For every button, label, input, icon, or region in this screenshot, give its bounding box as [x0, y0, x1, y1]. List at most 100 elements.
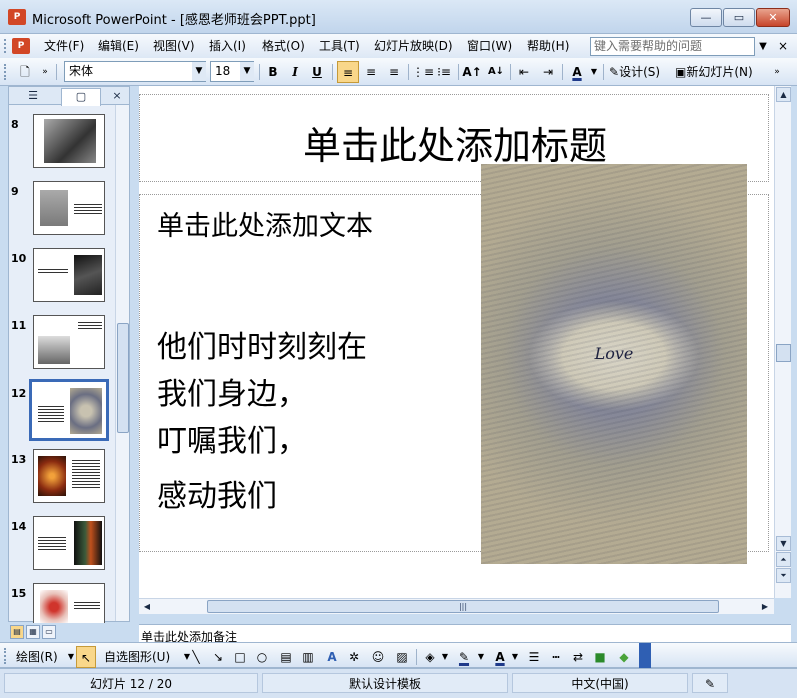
menu-insert[interactable]: 插入(I): [207, 38, 248, 54]
toolbar-options-icon[interactable]: »: [770, 61, 784, 83]
body-text-line[interactable]: 我们身边，: [157, 369, 307, 413]
slide-thumbnail-12[interactable]: 12: [9, 379, 113, 443]
maximize-button[interactable]: ▭: [723, 8, 755, 27]
select-objects-icon[interactable]: ↖: [76, 646, 96, 668]
fill-color-icon[interactable]: ◈: [420, 646, 440, 668]
slides-panel-scrollbar[interactable]: [115, 105, 129, 621]
menu-format[interactable]: 格式(O): [260, 38, 307, 54]
slide-thumbnail-9[interactable]: 9: [9, 181, 113, 239]
clipart-icon[interactable]: ☺: [368, 646, 388, 668]
notes-pane[interactable]: 单击此处添加备注: [139, 624, 791, 644]
slide-thumbnail-15[interactable]: 15: [9, 583, 113, 623]
minimize-button[interactable]: —: [690, 8, 722, 27]
font-name-select[interactable]: 宋体: [64, 61, 206, 82]
draw-menu-button[interactable]: 绘图(R): [16, 646, 68, 668]
arrow-style-icon[interactable]: ⇄: [568, 646, 588, 668]
vertical-textbox-icon[interactable]: ▥: [298, 646, 318, 668]
increase-font-size-icon[interactable]: A↑: [462, 61, 482, 83]
menu-help[interactable]: 帮助(H): [525, 38, 571, 54]
slide-thumbnail-13[interactable]: 13: [9, 449, 113, 507]
scrollbar-thumb[interactable]: [776, 344, 791, 362]
chevron-down-icon[interactable]: ▼: [192, 62, 206, 81]
body-text-line[interactable]: 他们时时刻刻在: [157, 322, 367, 366]
line-icon[interactable]: ╲: [186, 646, 206, 668]
document-menu-icon[interactable]: P: [12, 38, 30, 54]
menu-edit[interactable]: 编辑(E): [96, 38, 141, 54]
insert-picture-icon[interactable]: ▨: [392, 646, 412, 668]
shadow-style-icon[interactable]: ■: [590, 646, 610, 668]
rectangle-icon[interactable]: □: [230, 646, 250, 668]
slide-thumbnail-10[interactable]: 10: [9, 248, 113, 306]
slide-thumbnail-11[interactable]: 11: [9, 315, 113, 373]
chevron-down-icon[interactable]: ▼: [476, 646, 486, 668]
scrollbar-thumb[interactable]: [117, 323, 129, 433]
next-slide-icon[interactable]: ⏷: [776, 568, 791, 583]
new-document-icon[interactable]: 🗋: [14, 61, 36, 83]
slide-horizontal-scrollbar[interactable]: ◀ ||| ▶: [139, 598, 774, 614]
line-color-icon[interactable]: ✎: [454, 646, 474, 668]
menu-file[interactable]: 文件(F): [42, 38, 86, 54]
scroll-right-icon[interactable]: ▶: [759, 600, 771, 613]
align-right-icon[interactable]: ≡: [384, 61, 404, 83]
powerpoint-icon[interactable]: P: [8, 9, 26, 25]
slide-vertical-scrollbar[interactable]: ▲ ▼ ⏶ ⏷: [774, 86, 791, 598]
menu-view[interactable]: 视图(V): [151, 38, 197, 54]
decrease-indent-icon[interactable]: ⇤: [514, 61, 534, 83]
numbering-icon[interactable]: ⋮≡: [412, 61, 434, 83]
arrow-icon[interactable]: ↘: [208, 646, 228, 668]
previous-slide-icon[interactable]: ⏶: [776, 552, 791, 567]
3d-style-icon[interactable]: ◆: [614, 646, 634, 668]
slide-thumbnail-14[interactable]: 14: [9, 516, 113, 574]
italic-button[interactable]: I: [285, 61, 305, 83]
panel-close-button[interactable]: ×: [109, 88, 125, 104]
scroll-left-icon[interactable]: ◀: [141, 600, 153, 613]
chevron-down-icon[interactable]: ▼: [66, 646, 76, 668]
slideshow-view-icon[interactable]: ▭: [42, 625, 56, 639]
toolbar-options-icon[interactable]: »: [38, 61, 52, 83]
scroll-down-icon[interactable]: ▼: [776, 536, 791, 551]
dash-style-icon[interactable]: ┅: [546, 646, 566, 668]
font-color-icon[interactable]: A: [566, 61, 588, 83]
slide-sorter-view-icon[interactable]: ▦: [26, 625, 40, 639]
chevron-down-icon[interactable]: ▼: [240, 62, 254, 81]
toolbar-grip[interactable]: [4, 648, 8, 664]
menu-slideshow[interactable]: 幻灯片放映(D): [372, 38, 455, 54]
slide-thumbnail-8[interactable]: 8: [9, 114, 113, 172]
textbox-icon[interactable]: ▤: [276, 646, 296, 668]
help-search-input[interactable]: 键入需要帮助的问题: [590, 37, 755, 56]
chevron-down-icon[interactable]: ▼: [440, 646, 450, 668]
oval-icon[interactable]: ○: [252, 646, 272, 668]
chevron-down-icon[interactable]: ▼: [510, 646, 520, 668]
document-close-button[interactable]: ×: [776, 38, 790, 55]
wordart-icon[interactable]: A: [322, 646, 342, 668]
underline-button[interactable]: U: [307, 61, 327, 83]
body-text-line[interactable]: 感动我们: [157, 471, 277, 515]
diagram-icon[interactable]: ✲: [344, 646, 364, 668]
toolbar-grip[interactable]: [4, 64, 8, 80]
toolbar-grip[interactable]: [4, 39, 7, 53]
slide-image[interactable]: Love: [481, 164, 747, 564]
increase-indent-icon[interactable]: ⇥: [538, 61, 558, 83]
spelling-status-icon[interactable]: ✎: [692, 673, 728, 693]
slide-canvas[interactable]: 单击此处添加标题 单击此处添加文本 他们时时刻刻在 我们身边， 叮嘱我们， 感动…: [139, 86, 774, 598]
menu-window[interactable]: 窗口(W): [465, 38, 514, 54]
toolbar-options-icon[interactable]: [639, 643, 651, 669]
help-dropdown-icon[interactable]: ▼: [756, 38, 770, 55]
align-center-icon[interactable]: ≡: [361, 61, 381, 83]
menu-tools[interactable]: 工具(T): [317, 38, 362, 54]
decrease-font-size-icon[interactable]: A↓: [486, 61, 506, 83]
body-text-line[interactable]: 叮嘱我们，: [157, 416, 307, 460]
autoshapes-button[interactable]: 自选图形(U): [104, 646, 182, 668]
scroll-up-icon[interactable]: ▲: [776, 87, 791, 102]
chevron-down-icon[interactable]: ▼: [589, 61, 599, 83]
bold-button[interactable]: B: [263, 61, 283, 83]
design-button[interactable]: ✎设计(S): [609, 61, 669, 83]
bullets-icon[interactable]: ⁝≡: [434, 61, 454, 83]
normal-view-icon[interactable]: ▤: [10, 625, 24, 639]
tab-slides[interactable]: ▢: [61, 88, 101, 106]
scrollbar-thumb[interactable]: |||: [207, 600, 719, 613]
tab-outline[interactable]: ☰: [13, 88, 53, 104]
align-left-icon[interactable]: ≡: [337, 61, 359, 83]
new-slide-button[interactable]: ▣新幻灯片(N): [675, 61, 765, 83]
font-color-icon[interactable]: A: [490, 646, 510, 668]
